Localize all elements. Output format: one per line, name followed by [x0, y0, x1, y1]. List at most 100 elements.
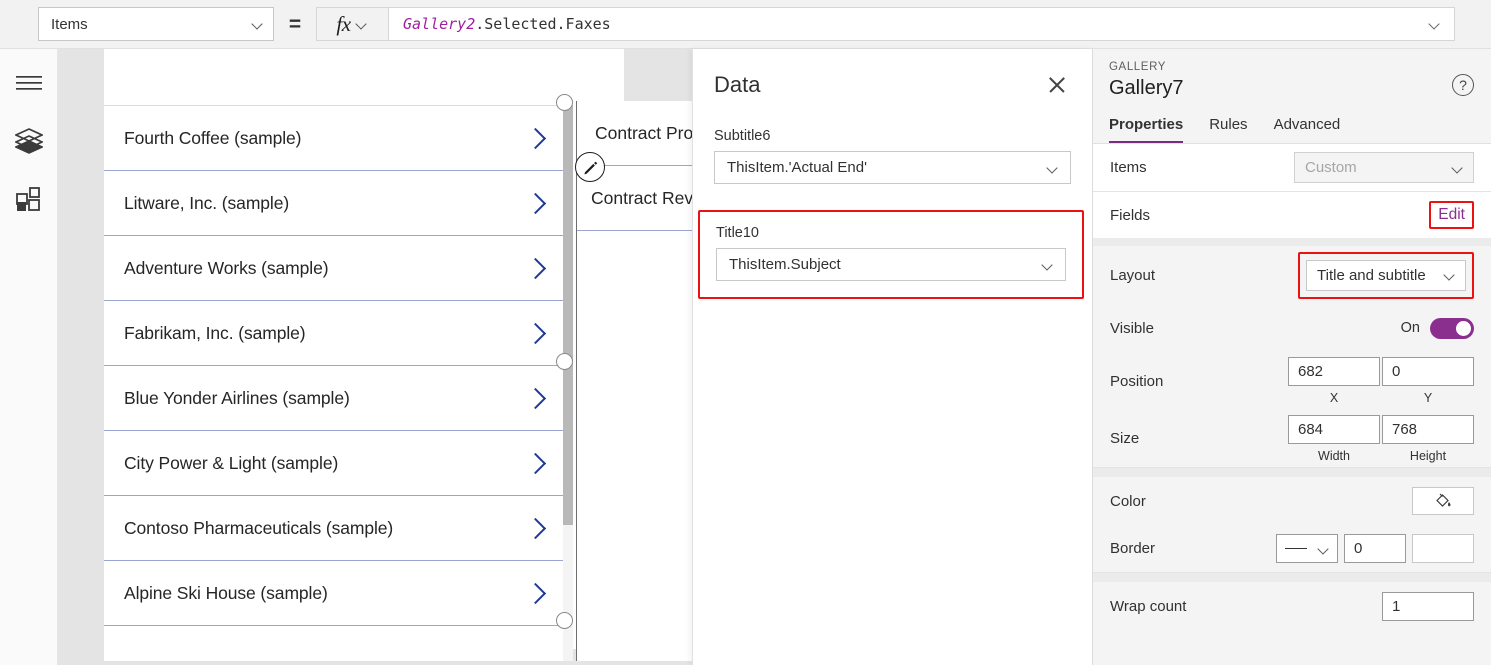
size-width-caption: Width — [1318, 448, 1350, 463]
hamburger-menu-icon[interactable] — [9, 63, 49, 103]
data-panel-header: Data — [693, 49, 1092, 98]
list-item-title: Fourth Coffee (sample) — [124, 127, 302, 148]
tab-rules[interactable]: Rules — [1209, 116, 1247, 143]
formula-expand-chevron-down-icon[interactable] — [1429, 20, 1442, 28]
border-style-dropdown[interactable] — [1276, 534, 1338, 563]
list-item[interactable]: Adventure Works (sample) — [104, 236, 564, 301]
row-label: Color — [1110, 492, 1146, 510]
gallery-scrollbar-thumb[interactable] — [563, 105, 573, 525]
list-item-title: Fabrikam, Inc. (sample) — [124, 322, 306, 343]
list-item[interactable]: Litware, Inc. (sample) — [104, 171, 564, 236]
insert-grid-icon[interactable] — [9, 179, 49, 219]
position-y-caption: Y — [1423, 391, 1433, 405]
close-icon[interactable] — [1044, 72, 1070, 98]
list-item-title: Litware, Inc. (sample) — [124, 192, 290, 213]
border-thickness-input[interactable]: 0 — [1344, 534, 1406, 563]
row-label: Wrap count — [1110, 597, 1187, 615]
layers-tree-icon[interactable] — [9, 121, 49, 161]
tab-advanced[interactable]: Advanced — [1274, 116, 1341, 143]
size-height-input[interactable]: 768 — [1382, 414, 1474, 444]
selection-handle-bottom[interactable] — [556, 612, 573, 629]
chevron-down-icon — [1042, 261, 1055, 269]
fx-label: fx — [336, 11, 351, 36]
position-y-input[interactable]: 0 — [1382, 357, 1474, 386]
list-item-empty[interactable] — [577, 231, 692, 296]
position-x-input[interactable]: 682 — [1288, 357, 1380, 386]
position-x-cell: 682 X — [1288, 357, 1380, 405]
chevron-right-icon[interactable] — [526, 385, 544, 411]
list-item[interactable]: City Power & Light (sample) — [104, 431, 564, 496]
gallery-accounts-list[interactable]: Fourth Coffee (sample) Litware, Inc. (sa… — [104, 105, 564, 661]
row-items: Items Custom — [1093, 144, 1491, 192]
visible-toggle-wrap: On — [1401, 317, 1474, 339]
section-divider — [1093, 238, 1491, 246]
chevron-right-icon[interactable] — [526, 320, 544, 346]
equals-sign: = — [288, 12, 302, 36]
border-controls: 0 — [1276, 534, 1474, 563]
design-canvas: Fourth Coffee (sample) Litware, Inc. (sa… — [58, 49, 692, 665]
property-select[interactable]: Items — [38, 7, 274, 41]
powerapps-studio: Items = fx Gallery2 .Selected.Faxes Four… — [0, 0, 1491, 665]
list-item[interactable]: Fabrikam, Inc. (sample) — [104, 301, 564, 366]
chevron-down-icon — [356, 20, 369, 28]
chevron-right-icon[interactable] — [526, 580, 544, 606]
chevron-right-icon[interactable] — [526, 255, 544, 281]
selection-handle-middle[interactable] — [556, 353, 573, 370]
data-field-title10: Title10 ThisItem.Subject — [698, 210, 1084, 299]
list-item[interactable]: Contoso Pharmaceuticals (sample) — [104, 496, 564, 561]
properties-panel-header: GALLERY Gallery7 ? — [1093, 49, 1491, 100]
data-field-label: Title10 — [716, 225, 759, 241]
list-item[interactable]: Alpine Ski House (sample) — [104, 561, 564, 626]
fill-color-button[interactable] — [1412, 487, 1474, 515]
control-kind-label: GALLERY — [1109, 61, 1167, 73]
border-style-line-icon — [1285, 547, 1307, 550]
border-color-swatch[interactable] — [1412, 534, 1474, 563]
layout-highlight: Title and subtitle — [1298, 251, 1474, 299]
edit-button[interactable]: Edit — [1438, 206, 1465, 224]
chevron-right-icon[interactable] — [526, 190, 544, 216]
data-field-subtitle6: Subtitle6 ThisItem.'Actual End' — [693, 128, 1092, 184]
visible-toggle[interactable] — [1430, 317, 1474, 339]
formula-identifier: Gallery2 — [403, 15, 476, 33]
position-x-caption: X — [1329, 391, 1339, 405]
paint-bucket-icon — [1436, 493, 1451, 507]
data-field-dropdown[interactable]: ThisItem.'Actual End' — [714, 151, 1071, 184]
row-label: Visible — [1110, 319, 1154, 337]
size-height-cell: 768 Height — [1382, 414, 1474, 463]
data-field-label: Subtitle6 — [714, 128, 771, 144]
properties-tabs: Properties Rules Advanced — [1093, 116, 1491, 144]
control-name-label: Gallery7 — [1109, 77, 1184, 99]
list-item[interactable]: Fourth Coffee (sample) — [104, 106, 564, 171]
row-label: Size — [1110, 430, 1140, 447]
selection-handle-top[interactable] — [556, 94, 573, 111]
chevron-down-icon — [1318, 545, 1331, 553]
formula-bar: Items = fx Gallery2 .Selected.Faxes — [0, 0, 1491, 49]
row-wrap-count: Wrap count 1 — [1093, 582, 1491, 630]
chevron-right-icon[interactable] — [526, 515, 544, 541]
edit-pencil-icon[interactable] — [575, 152, 605, 182]
list-item-title: City Power & Light (sample) — [124, 452, 339, 473]
items-dropdown[interactable]: Custom — [1294, 152, 1474, 183]
formula-input[interactable]: Gallery2 .Selected.Faxes — [388, 7, 1455, 41]
data-panel-title: Data — [714, 72, 761, 97]
help-icon[interactable]: ? — [1452, 74, 1474, 96]
row-label: Position — [1110, 372, 1164, 390]
layout-value: Title and subtitle — [1317, 266, 1426, 284]
size-width-cell: 684 Width — [1288, 414, 1380, 463]
formula-rest: .Selected.Faxes — [475, 15, 611, 33]
size-width-input[interactable]: 684 — [1288, 414, 1380, 444]
tab-properties[interactable]: Properties — [1109, 116, 1184, 143]
row-position: Position 682 X 0 Y — [1093, 352, 1491, 410]
chevron-right-icon[interactable] — [526, 450, 544, 476]
gallery7-selected[interactable]: Contract Pro Contract Rev — [576, 101, 692, 661]
properties-panel: GALLERY Gallery7 ? Properties Rules Adva… — [1092, 49, 1491, 665]
fx-button[interactable]: fx — [316, 7, 388, 41]
layout-dropdown[interactable]: Title and subtitle — [1306, 259, 1466, 291]
wrap-count-input[interactable]: 1 — [1382, 591, 1474, 621]
size-height-caption: Height — [1409, 448, 1447, 463]
data-field-dropdown[interactable]: ThisItem.Subject — [716, 248, 1066, 281]
property-select-label: Items — [51, 15, 88, 33]
chevron-right-icon[interactable] — [526, 125, 544, 151]
list-item[interactable]: Blue Yonder Airlines (sample) — [104, 366, 564, 431]
help-icon-glyph: ? — [1459, 77, 1467, 93]
